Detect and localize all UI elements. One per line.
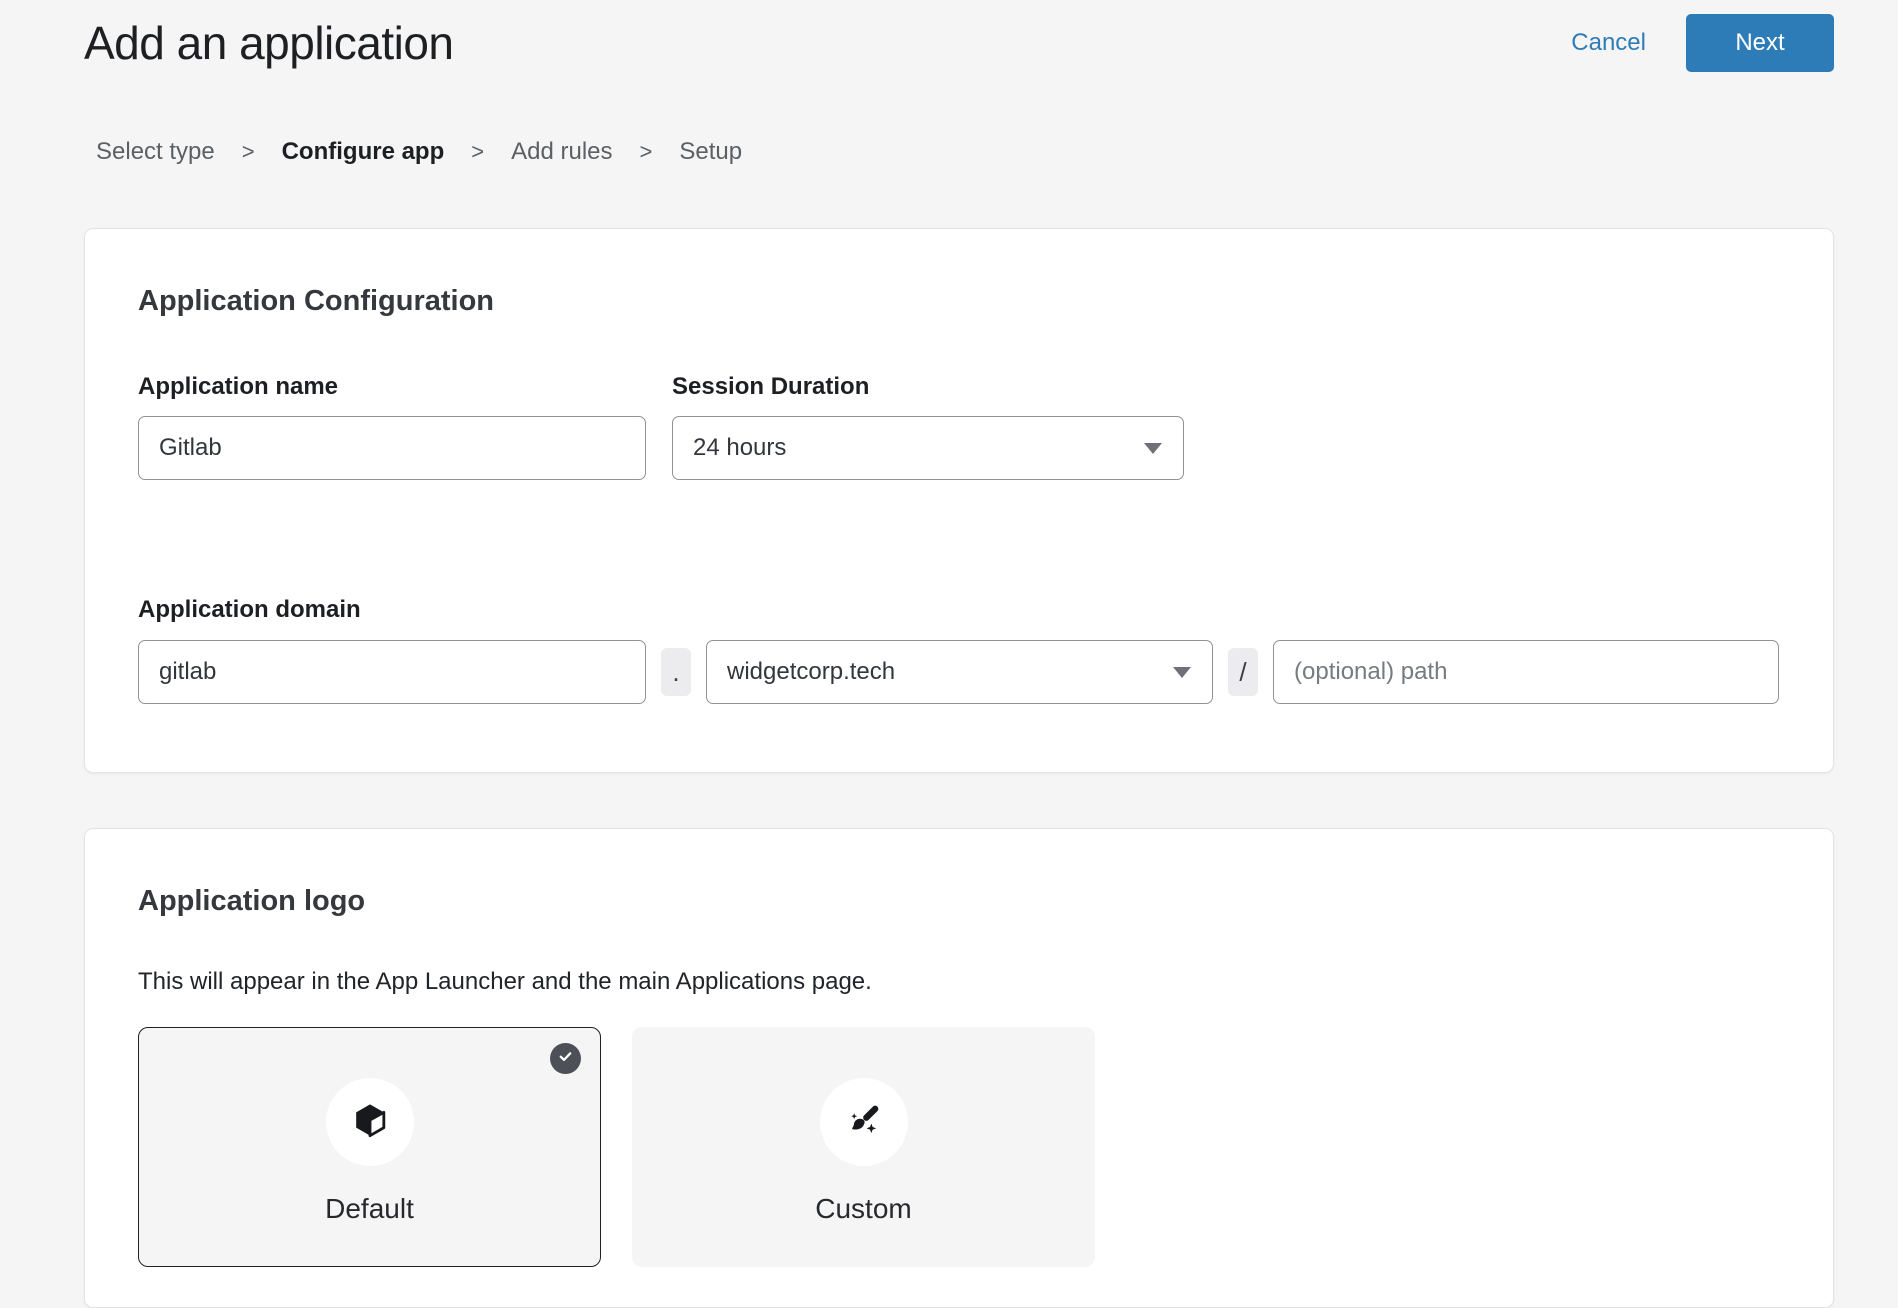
selected-check-badge (550, 1043, 581, 1074)
logo-card-description: This will appear in the App Launcher and… (138, 968, 1780, 996)
application-name-input[interactable] (138, 416, 646, 480)
breadcrumb-separator: > (471, 139, 484, 165)
domain-select-value: widgetcorp.tech (727, 658, 895, 686)
caret-down-icon (1173, 667, 1191, 678)
logo-option-custom[interactable]: Custom (632, 1027, 1095, 1267)
logo-option-row: Default Custom (138, 1027, 1780, 1267)
custom-logo-preview (820, 1078, 908, 1166)
application-logo-card: Application logo This will appear in the… (84, 828, 1834, 1308)
subdomain-input[interactable] (138, 640, 646, 704)
session-duration-select[interactable]: 24 hours (672, 416, 1184, 480)
breadcrumb-step-select-type[interactable]: Select type (96, 138, 215, 166)
application-domain-label: Application domain (138, 596, 1780, 624)
logo-card-title: Application logo (138, 885, 1780, 918)
breadcrumb: Select type > Configure app > Add rules … (96, 138, 1834, 166)
application-configuration-card: Application Configuration Application na… (84, 228, 1834, 773)
application-domain-row: . widgetcorp.tech / (138, 640, 1780, 704)
breadcrumb-step-setup[interactable]: Setup (679, 138, 742, 166)
next-button[interactable]: Next (1686, 14, 1834, 72)
slash-separator: / (1228, 648, 1258, 696)
session-duration-label: Session Duration (672, 373, 1184, 401)
logo-option-label: Default (139, 1193, 600, 1225)
domain-select[interactable]: widgetcorp.tech (706, 640, 1213, 704)
logo-option-default[interactable]: Default (138, 1027, 601, 1267)
dot-separator: . (661, 648, 691, 696)
cancel-button[interactable]: Cancel (1571, 29, 1646, 57)
path-input[interactable] (1273, 640, 1779, 704)
default-logo-preview (326, 1078, 414, 1166)
header-actions: Cancel Next (1571, 14, 1834, 72)
caret-down-icon (1144, 443, 1162, 454)
application-name-label: Application name (138, 373, 646, 401)
session-duration-value: 24 hours (693, 434, 786, 462)
page-title: Add an application (84, 16, 454, 70)
configuration-card-title: Application Configuration (138, 285, 1780, 318)
paintbrush-icon (844, 1100, 884, 1145)
breadcrumb-step-configure-app[interactable]: Configure app (282, 138, 445, 166)
breadcrumb-step-add-rules[interactable]: Add rules (511, 138, 612, 166)
cube-icon (350, 1100, 390, 1145)
page-header: Add an application Cancel Next (84, 0, 1834, 72)
breadcrumb-separator: > (242, 139, 255, 165)
logo-option-label: Custom (633, 1193, 1094, 1225)
breadcrumb-separator: > (640, 139, 653, 165)
check-icon (557, 1048, 574, 1070)
